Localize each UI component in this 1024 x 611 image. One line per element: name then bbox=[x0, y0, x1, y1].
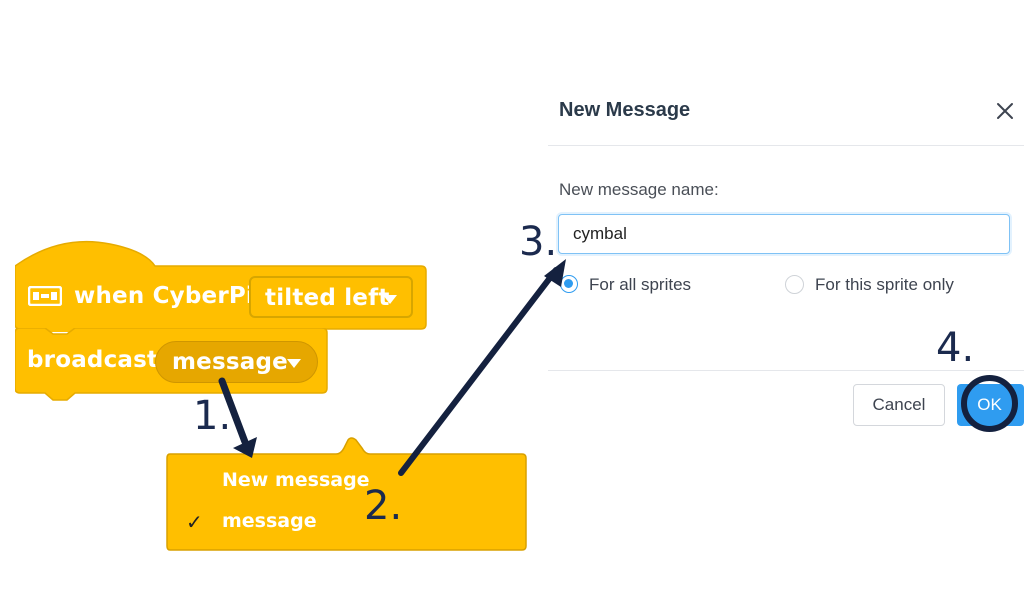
dropdown-menu bbox=[166, 437, 527, 551]
cancel-button[interactable]: Cancel bbox=[853, 384, 945, 426]
dropdown-arrow-icon bbox=[287, 359, 301, 368]
tilted-direction-value: tilted left bbox=[265, 285, 390, 311]
radio-label-all-sprites: For all sprites bbox=[589, 275, 692, 294]
step-number-2: 2. bbox=[364, 483, 403, 529]
checkmark-icon: ✓ bbox=[186, 512, 203, 534]
menu-item-new-message[interactable]: New message bbox=[222, 469, 370, 491]
radio-label-this-sprite: For this sprite only bbox=[815, 275, 954, 294]
hat-block-label: when CyberPi bbox=[74, 283, 255, 309]
close-icon[interactable] bbox=[996, 102, 1014, 120]
message-name-label: New message name: bbox=[559, 180, 719, 199]
step-number-1: 1. bbox=[193, 393, 232, 439]
broadcast-block-label: broadcast bbox=[27, 347, 159, 373]
event-sensor-icon bbox=[28, 286, 62, 306]
dialog-header-divider bbox=[548, 145, 1024, 146]
menu-item-message[interactable]: message bbox=[222, 510, 317, 532]
dialog-title: New Message bbox=[559, 99, 691, 121]
tilted-direction-dropdown[interactable]: tilted left bbox=[249, 276, 413, 318]
message-name-input[interactable] bbox=[558, 214, 1010, 254]
radio-for-all-sprites[interactable] bbox=[560, 275, 578, 293]
step-number-3: 3. bbox=[519, 219, 558, 265]
step-number-4: 4. bbox=[936, 325, 975, 371]
message-dropdown[interactable]: message bbox=[155, 341, 318, 383]
message-dropdown-value: message bbox=[172, 349, 288, 375]
radio-for-this-sprite-only[interactable] bbox=[785, 275, 804, 294]
ok-button[interactable]: OK bbox=[957, 384, 1024, 426]
dropdown-arrow-icon bbox=[383, 295, 397, 304]
